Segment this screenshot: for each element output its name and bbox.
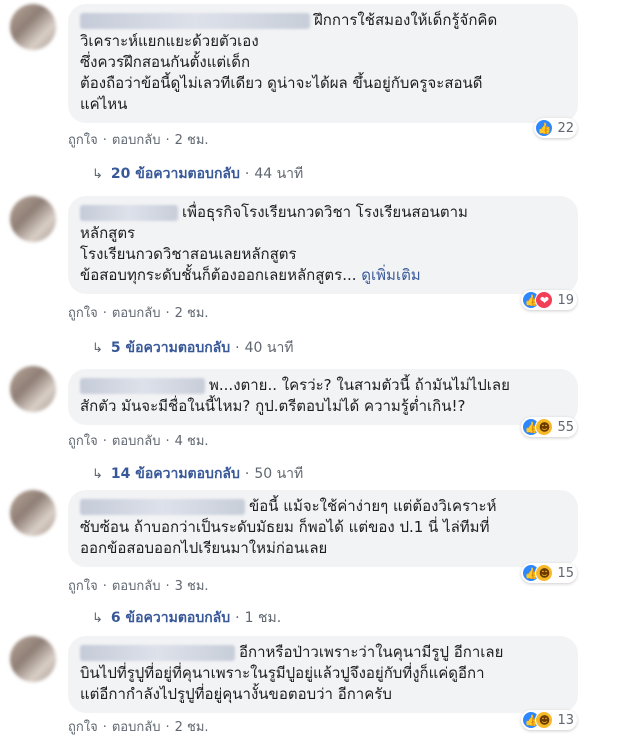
avatar[interactable]: [10, 366, 56, 412]
comment-actions: ถูกใจ · ตอบกลับ · 4 ชม.: [68, 434, 209, 449]
view-replies-link[interactable]: ↳ 5 ข้อความตอบกลับ · 40 นาที: [92, 337, 294, 359]
comment-text: อีกาหรือป่าวเพราะว่าในคุนามีรูปู อีกาเลย: [80, 642, 566, 663]
comment-actions: ถูกใจ · ตอบกลับ · 2 ชม.: [68, 720, 209, 735]
like-link[interactable]: ถูกใจ: [68, 133, 98, 148]
view-replies-link[interactable]: ↳ 6 ข้อความตอบกลับ · 1 ชม.: [92, 607, 281, 629]
reply-arrow-icon: ↳: [92, 610, 103, 626]
comment-text: ต้องถือว่าข้อนี้ดูไม่เลวทีเดียว ดูน่าจะไ…: [80, 74, 483, 92]
reaction-count: 15: [557, 565, 574, 581]
replies-time: 44 นาที: [254, 166, 304, 182]
comment-text: ออกข้อสอบออกไปเรียนมาใหม่ก่อนเลย: [80, 539, 328, 557]
like-link[interactable]: ถูกใจ: [68, 720, 98, 735]
view-replies-link[interactable]: ↳ 20 ข้อความตอบกลับ · 44 นาที: [92, 163, 303, 185]
reaction-count: 22: [557, 120, 574, 136]
comment-text: สักตัว มันจะมีชื่อในนี้ไหม? กูป.ตรีตอบไม…: [80, 397, 466, 415]
reply-link[interactable]: ตอบกลับ: [112, 434, 161, 449]
comment-text: ซึ่งควรฝึกสอนกันตั้งแต่เด็ก: [80, 53, 251, 71]
reply-arrow-icon: ↳: [92, 466, 103, 482]
view-replies-link[interactable]: ↳ 14 ข้อความตอบกลับ · 50 นาที: [92, 463, 303, 485]
reply-link[interactable]: ตอบกลับ: [112, 133, 161, 148]
comment-time[interactable]: 2 ชม.: [175, 306, 209, 321]
comment-actions: ถูกใจ · ตอบกลับ · 2 ชม.: [68, 306, 209, 321]
reaction-count: 55: [557, 419, 574, 435]
reaction-count: 19: [557, 292, 574, 308]
comment-time[interactable]: 2 ชม.: [175, 720, 209, 735]
replies-count[interactable]: 5 ข้อความตอบกลับ: [111, 337, 230, 359]
comment-time[interactable]: 3 ชม.: [175, 579, 209, 594]
comment-text: วิเคราะห์แยกแยะด้วยตัวเอง: [80, 32, 259, 50]
replies-time: 50 นาที: [254, 466, 304, 482]
reaction-summary[interactable]: 👍 ❤ 19: [521, 290, 577, 310]
haha-reaction-icon: ☻: [535, 564, 554, 582]
comment-bubble: พ...งตาย.. ใครว่ะ? ในสามตัวนี้ ถ้ามันไม่…: [68, 369, 578, 425]
comment-text: แต่อีกากำลังไปรูปูที่อยู่คุนางั้นขอตอบว่…: [80, 685, 392, 703]
love-reaction-icon: ❤: [535, 291, 554, 309]
avatar[interactable]: [10, 196, 56, 242]
comment-actions: ถูกใจ · ตอบกลับ · 2 ชม.: [68, 133, 209, 148]
comment-time[interactable]: 2 ชม.: [175, 133, 209, 148]
reply-link[interactable]: ตอบกลับ: [112, 720, 161, 735]
author-name[interactable]: [80, 12, 310, 29]
haha-reaction-icon: ☻: [535, 711, 554, 729]
avatar[interactable]: [10, 4, 56, 50]
comment-text: แค่ไหน: [80, 95, 128, 113]
comment-time[interactable]: 4 ชม.: [175, 434, 209, 449]
reply-link[interactable]: ตอบกลับ: [112, 579, 161, 594]
replies-time: 1 ชม.: [244, 610, 282, 626]
reaction-summary[interactable]: 👍 ☻ 15: [521, 563, 577, 583]
replies-count[interactable]: 6 ข้อความตอบกลับ: [111, 607, 230, 629]
comment-text: หลักสูตร: [80, 224, 136, 242]
comment-bubble: เพื่อธุรกิจโรงเรียนกวดวิชา โรงเรียนสอนตา…: [68, 196, 578, 294]
reaction-summary[interactable]: 👍 ☻ 55: [521, 417, 577, 437]
author-name[interactable]: [80, 204, 178, 221]
comment-text: โรงเรียนกวดวิชาสอนเลยหลักสูตร: [80, 245, 297, 263]
see-more-link[interactable]: ดูเพิ่มเติม: [361, 266, 420, 284]
comment-bubble: ข้อนี้ แม้จะใช้ค่าง่ายๆ แต่ต้องวิเคราะห์…: [68, 490, 578, 567]
like-link[interactable]: ถูกใจ: [68, 579, 98, 594]
reaction-summary[interactable]: 👍 ☻ 13: [521, 710, 577, 730]
comment-text: ข้อสอบทุกระดับชั้นก็ต้องออกเลยหลักสูตร..…: [80, 266, 421, 284]
author-name[interactable]: [80, 644, 235, 661]
reaction-summary[interactable]: 👍 22: [534, 118, 577, 138]
comment-text: บินไปที่รูปูที่อยู่ที่คุนาเพราะในรูมีปูอ…: [80, 664, 485, 682]
comment-text: เพื่อธุรกิจโรงเรียนกวดวิชา โรงเรียนสอนตา…: [80, 202, 566, 223]
reply-arrow-icon: ↳: [92, 340, 103, 356]
replies-count[interactable]: 20 ข้อความตอบกลับ: [111, 163, 240, 185]
reaction-count: 13: [557, 712, 574, 728]
avatar[interactable]: [10, 490, 56, 536]
author-name[interactable]: [80, 498, 245, 515]
comment-actions: ถูกใจ · ตอบกลับ · 3 ชม.: [68, 579, 209, 594]
comment-text: ซับซ้อน ถ้าบอกว่าเป็นระดับมัธยม ก็พอได้ …: [80, 518, 490, 536]
reply-link[interactable]: ตอบกลับ: [112, 306, 161, 321]
comment-text: พ...งตาย.. ใครว่ะ? ในสามตัวนี้ ถ้ามันไม่…: [80, 375, 566, 396]
comment-text: ฝึกการใช้สมองให้เด็กรู้จักคิด: [80, 10, 566, 31]
like-link[interactable]: ถูกใจ: [68, 434, 98, 449]
replies-count[interactable]: 14 ข้อความตอบกลับ: [111, 463, 240, 485]
haha-reaction-icon: ☻: [535, 418, 554, 436]
comment-bubble: ฝึกการใช้สมองให้เด็กรู้จักคิด วิเคราะห์แ…: [68, 4, 578, 123]
replies-time: 40 นาที: [244, 340, 294, 356]
comment-text: ข้อนี้ แม้จะใช้ค่าง่ายๆ แต่ต้องวิเคราะห์: [80, 496, 566, 517]
reply-arrow-icon: ↳: [92, 166, 103, 182]
avatar[interactable]: [10, 636, 56, 682]
comment-bubble: อีกาหรือป่าวเพราะว่าในคุนามีรูปู อีกาเลย…: [68, 636, 578, 713]
author-name[interactable]: [80, 377, 205, 394]
like-reaction-icon: 👍: [535, 119, 554, 137]
like-link[interactable]: ถูกใจ: [68, 306, 98, 321]
